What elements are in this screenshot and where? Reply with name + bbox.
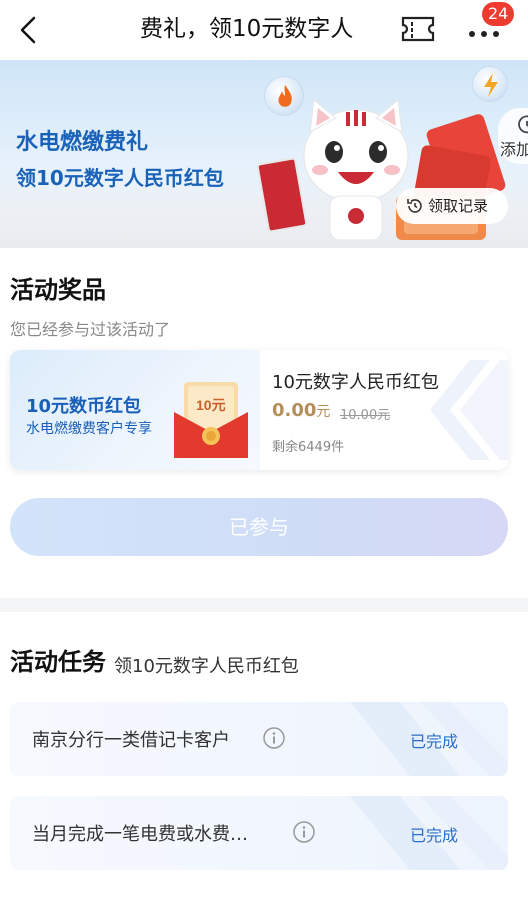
- red-envelope-icon: 10元: [174, 382, 248, 458]
- task-label: 当月完成一笔电费或水费…: [32, 824, 248, 845]
- lightning-icon: [472, 66, 508, 102]
- info-icon[interactable]: [262, 726, 286, 750]
- prize-section-title: 活动奖品: [10, 276, 106, 304]
- claim-record-button[interactable]: 领取记录: [396, 188, 508, 224]
- section-divider: [0, 598, 528, 612]
- history-icon: [407, 199, 422, 213]
- task-status: 已完成: [410, 826, 459, 845]
- task-label: 南京分行一类借记卡客户: [32, 730, 230, 751]
- mascot-cat-illustration: [303, 99, 409, 241]
- task-item[interactable]: 当月完成一笔电费或水费… 已完成: [10, 796, 508, 870]
- task-section-title: 活动任务: [10, 648, 106, 676]
- add-button[interactable]: 添加: [498, 108, 528, 164]
- notification-badge: 24: [482, 2, 515, 26]
- promo-banner: 水电燃缴费礼 领10元数字人民币红包 添加 领取记录: [0, 60, 528, 248]
- chevron-decoration: [430, 360, 508, 460]
- add-label: 添加: [500, 140, 528, 159]
- envelope-amount: 10元: [196, 397, 226, 413]
- task-status: 已完成: [410, 732, 459, 751]
- task-item[interactable]: 南京分行一类借记卡客户 已完成: [10, 702, 508, 776]
- back-arrow-icon[interactable]: [12, 12, 48, 48]
- prize-image-subtitle: 水电燃缴费客户专享: [26, 421, 152, 437]
- prize-original-price: 10.00元: [340, 408, 391, 423]
- clock-add-icon: [518, 115, 528, 134]
- prize-price-value: 0.00: [272, 400, 317, 421]
- task-section-subtitle: 领10元数字人民币红包: [114, 656, 299, 677]
- prize-price-unit: 元: [316, 404, 331, 420]
- prize-stock: 剩余6449件: [272, 440, 345, 455]
- prize-price: 0.00元: [272, 400, 330, 421]
- banner-title: 水电燃缴费礼: [16, 130, 149, 155]
- prize-image-title: 10元数币红包: [26, 396, 142, 417]
- banner-subtitle: 领10元数字人民币红包: [16, 166, 224, 190]
- prize-card[interactable]: 10元数币红包 水电燃缴费客户专享 10元 10元数字人民币红包 0.00元 1…: [10, 350, 508, 470]
- ticket-icon[interactable]: [400, 14, 436, 44]
- claim-record-label: 领取记录: [428, 197, 489, 215]
- prize-image: 10元数币红包 水电燃缴费客户专享 10元: [10, 350, 260, 470]
- joined-button[interactable]: 已参与: [10, 498, 508, 556]
- joined-note: 您已经参与过该活动了: [10, 320, 171, 339]
- info-icon[interactable]: [292, 820, 316, 844]
- top-nav: 费礼，领10元数字人 24: [0, 0, 528, 60]
- page-title: 费礼，领10元数字人: [140, 16, 354, 42]
